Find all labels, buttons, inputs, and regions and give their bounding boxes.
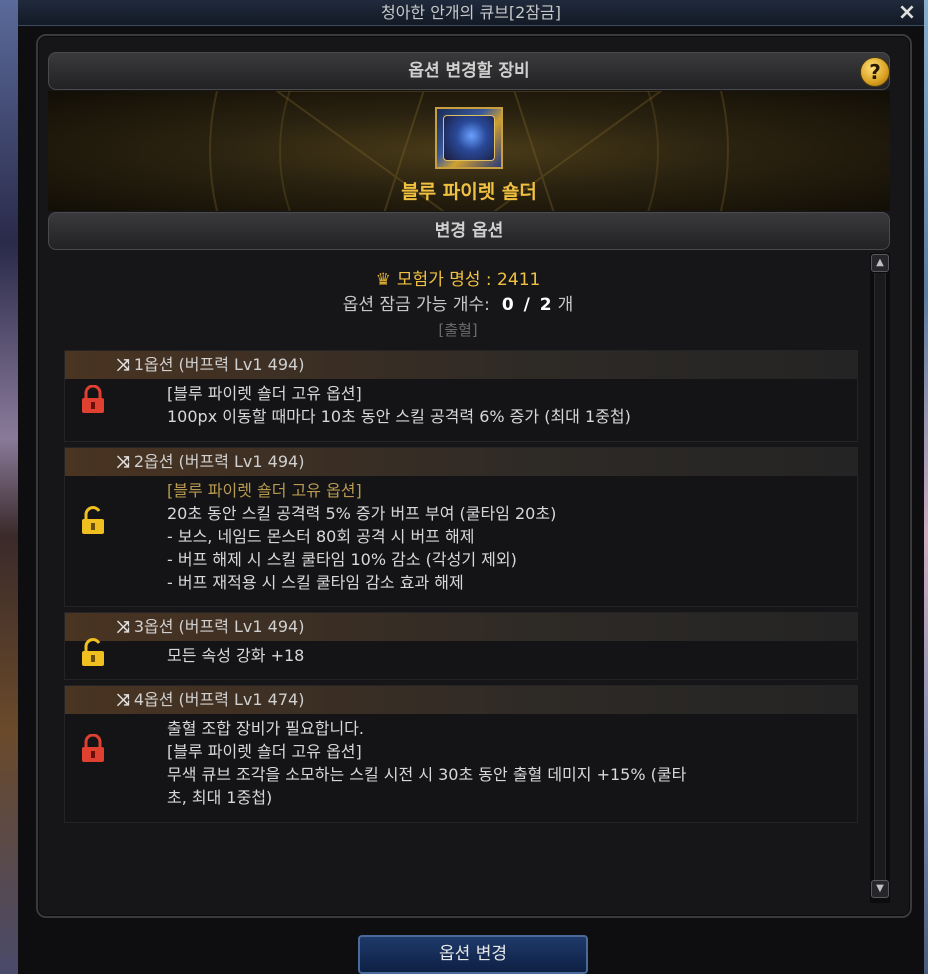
equipment-name: 블루 파이렛 숄더: [401, 181, 537, 203]
option-header: ⤨ 2옵션 (버프력 Lv1 494): [65, 448, 857, 476]
option-header: ⤨ 3옵션 (버프력 Lv1 494): [65, 613, 857, 641]
options-section-header: 변경 옵션: [48, 212, 890, 250]
option-line: - 보스, 네임드 몬스터 80회 공격 시 버프 해제: [167, 527, 475, 546]
cube-window: 청아한 안개의 큐브[2잠금] × 옵션 변경할 장비 ? 블루 파이렛 숄더 …: [18, 0, 924, 974]
lock-count: 옵션 잠금 가능 개수: 0 / 2개: [48, 290, 868, 315]
option-line: 출혈 조합 장비가 필요합니다.: [167, 719, 364, 738]
option-line: - 버프 해제 시 스킬 쿨타임 10% 감소 (각성기 제외): [167, 550, 517, 569]
option-line: [블루 파이렛 숄더 고유 옵션]: [167, 742, 362, 761]
window-titlebar[interactable]: 청아한 안개의 큐브[2잠금] ×: [18, 0, 924, 26]
lock-count-unit: 개: [557, 295, 574, 315]
lock-count-label: 옵션 잠금 가능 개수:: [342, 295, 490, 315]
crown-icon: ♛: [375, 270, 391, 290]
lock-open-icon[interactable]: [79, 638, 107, 668]
option-row-1: ⤨ 1옵션 (버프력 Lv1 494) [블루 파이렛 숄더 고유 옵션] 100…: [64, 350, 858, 442]
scroll-down-icon[interactable]: ▼: [871, 880, 889, 898]
option-title: 3옵션 (버프력 Lv1 494): [133, 617, 305, 636]
option-line: 무색 큐브 조각을 소모하는 스킬 시전 시 30초 동안 출혈 데미지 +15…: [167, 765, 687, 784]
option-body: [블루 파이렛 숄더 고유 옵션] 20초 동안 스킬 공격력 5% 증가 버프…: [65, 476, 857, 594]
option-body: 출혈 조합 장비가 필요합니다. [블루 파이렛 숄더 고유 옵션] 무색 큐브…: [65, 714, 857, 809]
close-icon[interactable]: ×: [896, 2, 918, 24]
fame-text: 모험가 명성 : 2411: [396, 270, 541, 290]
lock-closed-icon[interactable]: [79, 385, 107, 415]
scroll-track[interactable]: [874, 273, 886, 881]
option-line: 초, 최대 1중첩): [167, 788, 273, 807]
equipment-section-header: 옵션 변경할 장비: [48, 52, 890, 90]
scroll-up-icon[interactable]: ▲: [871, 254, 889, 272]
options-scrollbar[interactable]: ▲ ▼: [870, 253, 890, 903]
shuffle-icon: ⤨: [117, 690, 130, 709]
option-title: 1옵션 (버프력 Lv1 494): [133, 355, 305, 374]
lock-closed-icon[interactable]: [79, 734, 107, 764]
option-title: 2옵션 (버프력 Lv1 494): [133, 452, 305, 471]
option-line: [블루 파이렛 숄더 고유 옵션]: [167, 481, 362, 500]
option-row-3: ⤨ 3옵션 (버프력 Lv1 494) 모든 속성 강화 +18: [64, 612, 858, 680]
shoulder-armor-icon: [443, 115, 495, 161]
options-scroll-area[interactable]: ♛ 모험가 명성 : 2411 옵션 잠금 가능 개수: 0 / 2개 [출혈] ⤨…: [48, 253, 890, 903]
help-icon[interactable]: ?: [860, 57, 890, 87]
option-header: ⤨ 4옵션 (버프력 Lv1 474): [65, 686, 857, 714]
option-row-4: ⤨ 4옵션 (버프력 Lv1 474) 출혈 조합 장비가 필요합니다. [블루 …: [64, 685, 858, 823]
option-line: 20초 동안 스킬 공격력 5% 증가 버프 부여 (쿨타임 20초): [167, 504, 557, 523]
lock-open-icon[interactable]: [79, 506, 107, 536]
option-line: 100px 이동할 때마다 10초 동안 스킬 공격력 6% 증가 (최대 1중…: [167, 407, 631, 426]
option-row-2: ⤨ 2옵션 (버프력 Lv1 494) [블루 파이렛 숄더 고유 옵션] 20초…: [64, 447, 858, 607]
shoulder-equipment-icon[interactable]: [435, 107, 503, 169]
option-line: 모든 속성 강화 +18: [167, 646, 305, 665]
shuffle-icon: ⤨: [117, 355, 130, 374]
adventurer-fame: ♛ 모험가 명성 : 2411: [48, 265, 868, 290]
option-body: 모든 속성 강화 +18: [65, 641, 857, 667]
option-body: [블루 파이렛 숄더 고유 옵션] 100px 이동할 때마다 10초 동안 스…: [65, 379, 857, 428]
lock-count-value: 0 / 2: [501, 295, 554, 315]
shuffle-icon: ⤨: [117, 452, 130, 471]
option-title: 4옵션 (버프력 Lv1 474): [133, 690, 305, 709]
rarity-tag: [출혈]: [438, 321, 478, 339]
window-title: 청아한 안개의 큐브[2잠금]: [380, 3, 562, 22]
equipment-display: 블루 파이렛 숄더: [48, 91, 890, 211]
option-line: [블루 파이렛 숄더 고유 옵션]: [167, 384, 362, 403]
shuffle-icon: ⤨: [117, 617, 130, 636]
change-option-button[interactable]: 옵션 변경: [358, 935, 588, 974]
option-line: - 버프 재적용 시 스킬 쿨타임 감소 효과 해제: [167, 573, 464, 592]
option-header: ⤨ 1옵션 (버프력 Lv1 494): [65, 351, 857, 379]
